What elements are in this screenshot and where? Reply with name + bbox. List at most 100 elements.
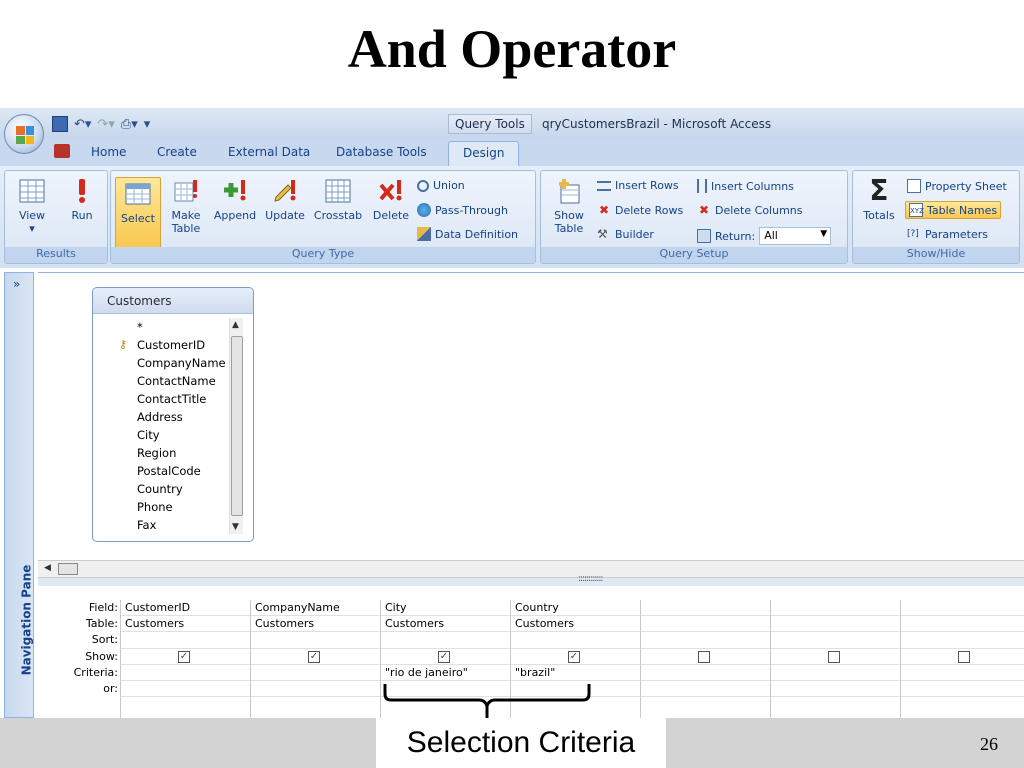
- show-table-button[interactable]: Show Table: [549, 177, 589, 235]
- field-item[interactable]: ContactName: [113, 372, 226, 390]
- grid-cell-table[interactable]: Customers: [381, 616, 510, 633]
- grid-cell-field[interactable]: [771, 600, 900, 617]
- grid-cell-table[interactable]: [771, 616, 900, 633]
- show-checkbox[interactable]: [698, 650, 710, 663]
- show-checkbox[interactable]: [828, 650, 840, 663]
- grid-cell-sort[interactable]: [771, 632, 900, 649]
- grid-cell-table[interactable]: [641, 616, 770, 633]
- grid-cell-sort[interactable]: [901, 632, 1024, 649]
- data-definition-button[interactable]: Data Definition: [417, 227, 518, 241]
- field-item[interactable]: Address: [113, 408, 226, 426]
- grid-cell-sort[interactable]: [641, 632, 770, 649]
- delete-query-button[interactable]: Delete: [369, 177, 413, 222]
- grid-cell-or[interactable]: [121, 681, 250, 698]
- scroll-up-icon[interactable]: ▲: [232, 320, 239, 330]
- scroll-thumb[interactable]: [231, 336, 243, 516]
- nav-pane-toggle-icon[interactable]: »: [13, 277, 20, 291]
- navigation-pane[interactable]: » Navigation Pane: [4, 272, 34, 718]
- crosstab-button[interactable]: Crosstab: [311, 177, 365, 222]
- show-checkbox[interactable]: ✓: [308, 650, 320, 663]
- print-icon[interactable]: ⎙▾: [121, 117, 138, 132]
- grid-cell-field[interactable]: City: [381, 600, 510, 617]
- grid-cell-show[interactable]: [771, 649, 900, 665]
- pane-splitter[interactable]: ::::::::::::: [38, 574, 1024, 586]
- field-item[interactable]: ContactTitle: [113, 390, 226, 408]
- field-item[interactable]: City: [113, 426, 226, 444]
- append-button[interactable]: Append: [211, 177, 259, 222]
- delete-rows-button[interactable]: ✖ Delete Rows: [597, 203, 683, 217]
- union-button[interactable]: Union: [417, 179, 465, 192]
- customize-qat-icon[interactable]: ▾: [144, 117, 151, 132]
- field-list-scrollbar[interactable]: ▲ ▼: [229, 318, 243, 534]
- scroll-down-icon[interactable]: ▼: [232, 522, 239, 532]
- grid-cell-criteria[interactable]: [251, 665, 380, 681]
- totals-button[interactable]: Σ Totals: [859, 177, 899, 223]
- parameters-button[interactable]: [?] Parameters: [907, 227, 988, 241]
- design-horizontal-scrollbar[interactable]: ◀: [38, 560, 1024, 578]
- scroll-left-icon[interactable]: ◀: [44, 563, 51, 573]
- field-item[interactable]: Region: [113, 444, 226, 462]
- select-query-button[interactable]: Select: [115, 177, 161, 249]
- grid-cell-sort[interactable]: [121, 632, 250, 649]
- show-checkbox[interactable]: ✓: [568, 650, 580, 663]
- grid-cell-table[interactable]: Customers: [251, 616, 380, 633]
- grid-cell-show[interactable]: ✓: [251, 649, 380, 665]
- grid-cell-sort[interactable]: [381, 632, 510, 649]
- tab-external-data[interactable]: External Data: [228, 145, 310, 159]
- grid-cell-criteria[interactable]: [771, 665, 900, 681]
- grid-cell-field[interactable]: CompanyName: [251, 600, 380, 617]
- grid-cell-or[interactable]: [251, 681, 380, 698]
- show-checkbox[interactable]: ✓: [178, 650, 190, 663]
- field-item[interactable]: *: [113, 318, 226, 336]
- tab-database-tools[interactable]: Database Tools: [336, 145, 427, 159]
- field-item[interactable]: PostalCode: [113, 462, 226, 480]
- grid-cell-sort[interactable]: [251, 632, 380, 649]
- grid-cell-show[interactable]: ✓: [381, 649, 510, 665]
- grid-cell-criteria[interactable]: [901, 665, 1024, 681]
- tab-create[interactable]: Create: [157, 145, 197, 159]
- redo-icon[interactable]: ↷▾: [97, 117, 114, 132]
- grid-cell-field[interactable]: [641, 600, 770, 617]
- insert-columns-button[interactable]: Insert Columns: [697, 179, 794, 193]
- field-item[interactable]: CompanyName: [113, 354, 226, 372]
- grid-cell-table[interactable]: [901, 616, 1024, 633]
- grid-cell-or[interactable]: [641, 681, 770, 698]
- horizontal-scroll-thumb[interactable]: [58, 563, 78, 575]
- grid-cell-criteria[interactable]: [121, 665, 250, 681]
- insert-rows-button[interactable]: Insert Rows: [597, 179, 679, 192]
- show-checkbox[interactable]: [958, 650, 970, 663]
- return-select[interactable]: All ▼: [759, 227, 832, 245]
- run-button[interactable]: Run: [61, 177, 103, 222]
- grid-cell-show[interactable]: [901, 649, 1024, 665]
- field-item[interactable]: Fax: [113, 516, 226, 534]
- tab-design[interactable]: Design: [448, 141, 520, 167]
- grid-cell-sort[interactable]: [511, 632, 640, 649]
- view-button[interactable]: View ▾: [11, 177, 53, 235]
- field-item[interactable]: Country: [113, 480, 226, 498]
- table-field-list[interactable]: Customers * ⚷ CustomerID CompanyName Contact…: [92, 287, 254, 542]
- make-table-button[interactable]: Make Table: [167, 177, 205, 235]
- grid-cell-show[interactable]: [641, 649, 770, 665]
- field-item[interactable]: ⚷ CustomerID: [113, 336, 226, 354]
- grid-cell-criteria[interactable]: "rio de janeiro": [381, 665, 510, 681]
- grid-cell-criteria[interactable]: "brazil": [511, 665, 640, 681]
- builder-button[interactable]: ⚒ Builder: [597, 227, 654, 241]
- update-button[interactable]: Update: [261, 177, 309, 222]
- tab-home[interactable]: Home: [91, 145, 126, 159]
- delete-columns-button[interactable]: ✖ Delete Columns: [697, 203, 803, 217]
- pass-through-button[interactable]: Pass-Through: [417, 203, 508, 217]
- save-icon[interactable]: [52, 116, 68, 132]
- undo-icon[interactable]: ↶▾: [74, 117, 91, 132]
- table-names-button[interactable]: XYZ Table Names: [905, 201, 1002, 219]
- show-checkbox[interactable]: ✓: [438, 650, 450, 663]
- grid-cell-show[interactable]: ✓: [511, 649, 640, 665]
- grid-cell-field[interactable]: [901, 600, 1024, 617]
- grid-cell-table[interactable]: Customers: [121, 616, 250, 633]
- grid-cell-field[interactable]: CustomerID: [121, 600, 250, 617]
- grid-cell-or[interactable]: [901, 681, 1024, 698]
- grid-cell-or[interactable]: [771, 681, 900, 698]
- grid-cell-criteria[interactable]: [641, 665, 770, 681]
- office-button[interactable]: [4, 114, 44, 154]
- grid-cell-table[interactable]: Customers: [511, 616, 640, 633]
- field-item[interactable]: Phone: [113, 498, 226, 516]
